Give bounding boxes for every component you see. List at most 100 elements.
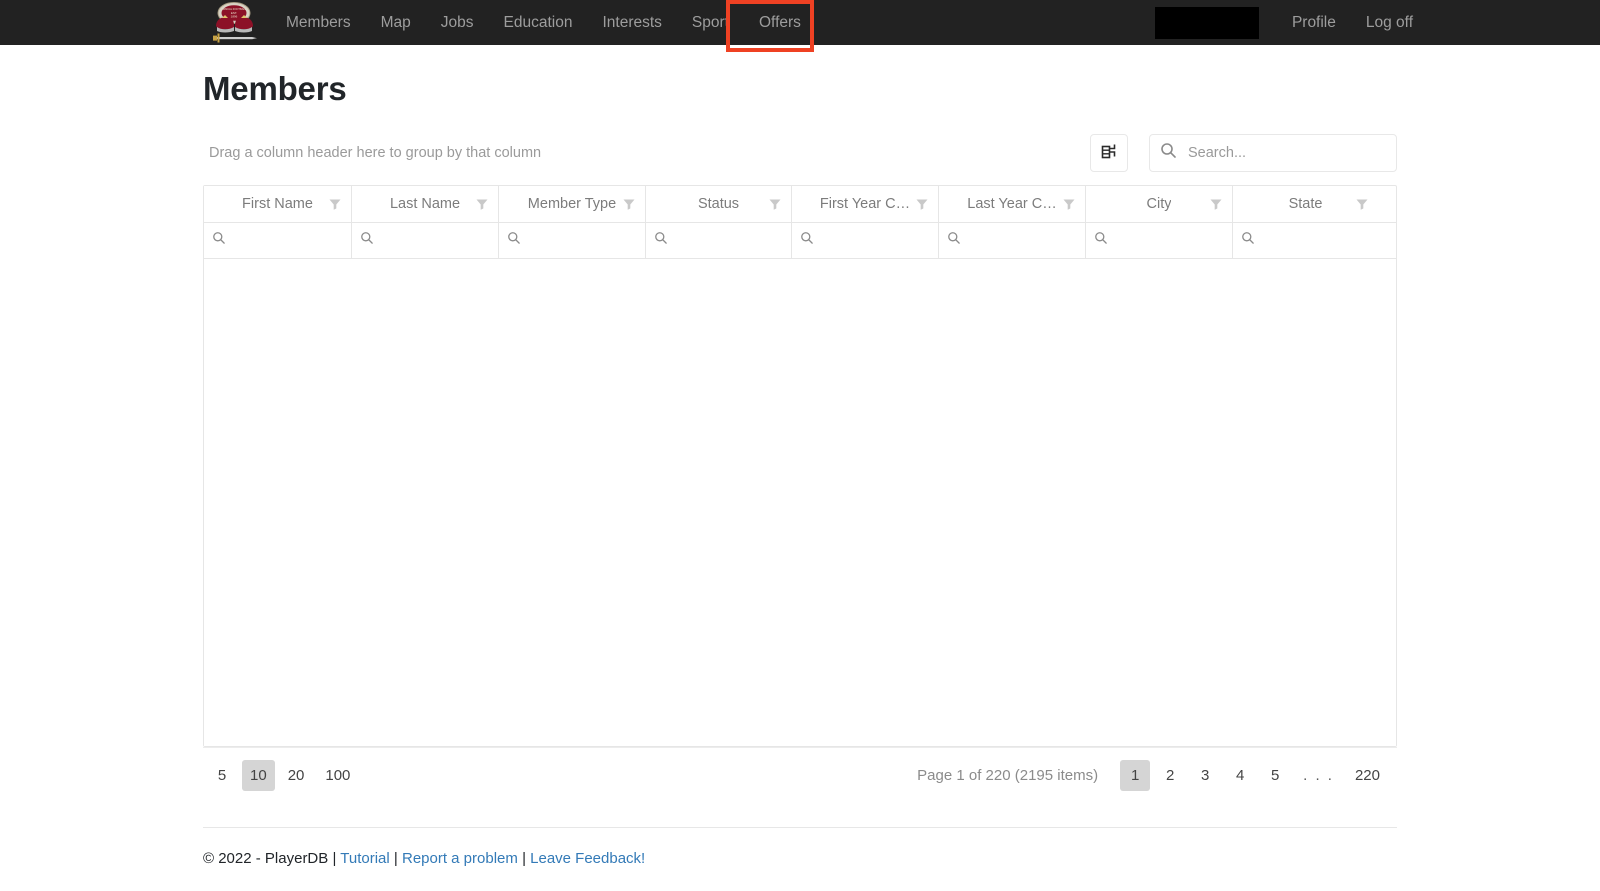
- funnel-icon[interactable]: [768, 197, 782, 216]
- filter-input-state[interactable]: [1261, 232, 1370, 249]
- grid-filter-row: [204, 223, 1396, 259]
- filter-input-city[interactable]: [1114, 232, 1224, 249]
- funnel-icon[interactable]: [475, 197, 489, 216]
- filter-input-last-name[interactable]: [380, 232, 490, 249]
- nav-link-members[interactable]: Members: [271, 0, 366, 45]
- page-size-5[interactable]: 5: [207, 760, 237, 791]
- top-navbar: ANNUAL FOOTBALL EST. 1896 Members Map Jo…: [0, 0, 1600, 52]
- filter-input-status[interactable]: [674, 232, 783, 249]
- filter-input-first-year-c[interactable]: [820, 232, 930, 249]
- nav-link-map[interactable]: Map: [366, 0, 426, 45]
- funnel-icon[interactable]: [622, 197, 636, 216]
- column-header-label: City: [1146, 196, 1172, 212]
- football-club-crest-icon: ANNUAL FOOTBALL EST. 1896: [205, 1, 263, 44]
- svg-text:1896: 1896: [231, 14, 238, 18]
- search-icon: [360, 231, 374, 250]
- grid-header-row: First Name Last Name Member Type Status: [204, 186, 1396, 223]
- footer-copyright: © 2022 - PlayerDB: [203, 850, 329, 867]
- funnel-icon[interactable]: [1062, 197, 1076, 216]
- nav-link-interests[interactable]: Interests: [587, 0, 676, 45]
- page-ellipsis: . . .: [1303, 767, 1334, 784]
- nav-link-offers[interactable]: Offers: [744, 0, 816, 45]
- filter-cell-last-year-c[interactable]: [939, 223, 1086, 258]
- search-icon: [1241, 231, 1255, 250]
- column-header-label: Last Year C…: [967, 196, 1057, 212]
- nav-link-log-off[interactable]: Log off: [1351, 0, 1428, 45]
- pager-right: Page 1 of 220 (2195 items) 1 2 3 4 5 . .…: [917, 760, 1393, 791]
- filter-cell-first-name[interactable]: [204, 223, 352, 258]
- column-header-first-name[interactable]: First Name: [204, 186, 352, 222]
- funnel-icon[interactable]: [328, 197, 342, 216]
- column-header-city[interactable]: City: [1086, 186, 1233, 222]
- column-header-label: Member Type: [527, 196, 617, 212]
- filter-cell-member-type[interactable]: [499, 223, 646, 258]
- filter-cell-state[interactable]: [1233, 223, 1378, 258]
- footer-link-tutorial[interactable]: Tutorial: [340, 850, 389, 867]
- footer-link-report-a-problem[interactable]: Report a problem: [402, 850, 518, 867]
- column-header-label: Last Name: [389, 196, 461, 212]
- grid-search-input[interactable]: [1186, 144, 1386, 162]
- nav-link-jobs[interactable]: Jobs: [426, 0, 489, 45]
- nav-link-education[interactable]: Education: [489, 0, 588, 45]
- nav-link-profile[interactable]: Profile: [1277, 0, 1351, 45]
- filter-cell-last-name[interactable]: [352, 223, 499, 258]
- column-header-last-year-c[interactable]: Last Year C…: [939, 186, 1086, 222]
- page-size-100[interactable]: 100: [317, 760, 358, 791]
- search-icon: [507, 231, 521, 250]
- column-chooser-button[interactable]: [1090, 134, 1128, 172]
- search-icon: [1094, 231, 1108, 250]
- page-number-220[interactable]: 220: [1347, 760, 1388, 791]
- column-header-state[interactable]: State: [1233, 186, 1378, 222]
- page-number-5[interactable]: 5: [1260, 760, 1290, 791]
- column-header-last-name[interactable]: Last Name: [352, 186, 499, 222]
- column-header-member-type[interactable]: Member Type: [499, 186, 646, 222]
- search-icon: [212, 231, 226, 250]
- grid-search-box[interactable]: [1149, 134, 1397, 172]
- search-icon: [800, 231, 814, 250]
- column-header-label: Status: [697, 196, 740, 212]
- brand-logo[interactable]: ANNUAL FOOTBALL EST. 1896: [203, 0, 265, 45]
- nav-link-sport[interactable]: Sport: [677, 0, 744, 45]
- funnel-icon[interactable]: [1355, 197, 1369, 216]
- page-content: Members Drag a column header here to gro…: [0, 70, 1600, 867]
- page-footer: © 2022 - PlayerDB | Tutorial | Report a …: [203, 827, 1397, 867]
- redacted-username: [1154, 6, 1259, 39]
- column-header-label: First Name: [242, 196, 313, 212]
- search-icon: [947, 231, 961, 250]
- grid-toolbar: Drag a column header here to group by th…: [203, 133, 1397, 173]
- page-number-1[interactable]: 1: [1120, 760, 1151, 791]
- column-header-label: State: [1288, 196, 1323, 212]
- footer-separator-1: |: [332, 850, 337, 867]
- footer-link-leave-feedback[interactable]: Leave Feedback!: [530, 850, 645, 867]
- search-icon: [1160, 142, 1177, 164]
- page-title: Members: [203, 70, 347, 107]
- column-header-status[interactable]: Status: [646, 186, 792, 222]
- column-header-first-year-c[interactable]: First Year C…: [792, 186, 939, 222]
- page-info-text: Page 1 of 220 (2195 items): [917, 767, 1099, 784]
- grid-pager: 5 10 20 100 Page 1 of 220 (2195 items) 1…: [203, 747, 1397, 803]
- grid-body-empty: [204, 259, 1396, 746]
- column-header-label: First Year C…: [819, 196, 911, 212]
- page-number-2[interactable]: 2: [1155, 760, 1185, 791]
- filter-cell-city[interactable]: [1086, 223, 1233, 258]
- column-chooser-icon: [1099, 141, 1119, 166]
- nav-links: Members Map Jobs Education Interests Spo…: [271, 0, 816, 45]
- funnel-icon[interactable]: [915, 197, 929, 216]
- filter-input-first-name[interactable]: [232, 232, 343, 249]
- filter-cell-first-year-c[interactable]: [792, 223, 939, 258]
- footer-separator-3: |: [522, 850, 526, 867]
- page-size-20[interactable]: 20: [280, 760, 313, 791]
- nav-right-section: Profile Log off: [1154, 0, 1600, 45]
- footer-separator-2: |: [393, 850, 398, 867]
- filter-input-member-type[interactable]: [527, 232, 637, 249]
- group-by-panel[interactable]: Drag a column header here to group by th…: [203, 145, 1090, 161]
- page-size-10[interactable]: 10: [242, 760, 275, 791]
- funnel-icon[interactable]: [1209, 197, 1223, 216]
- filter-cell-status[interactable]: [646, 223, 792, 258]
- members-data-grid: First Name Last Name Member Type Status: [203, 185, 1397, 747]
- page-number-4[interactable]: 4: [1225, 760, 1255, 791]
- page-number-3[interactable]: 3: [1190, 760, 1220, 791]
- search-icon: [654, 231, 668, 250]
- page-size-selector: 5 10 20 100: [207, 760, 363, 791]
- filter-input-last-year-c[interactable]: [967, 232, 1077, 249]
